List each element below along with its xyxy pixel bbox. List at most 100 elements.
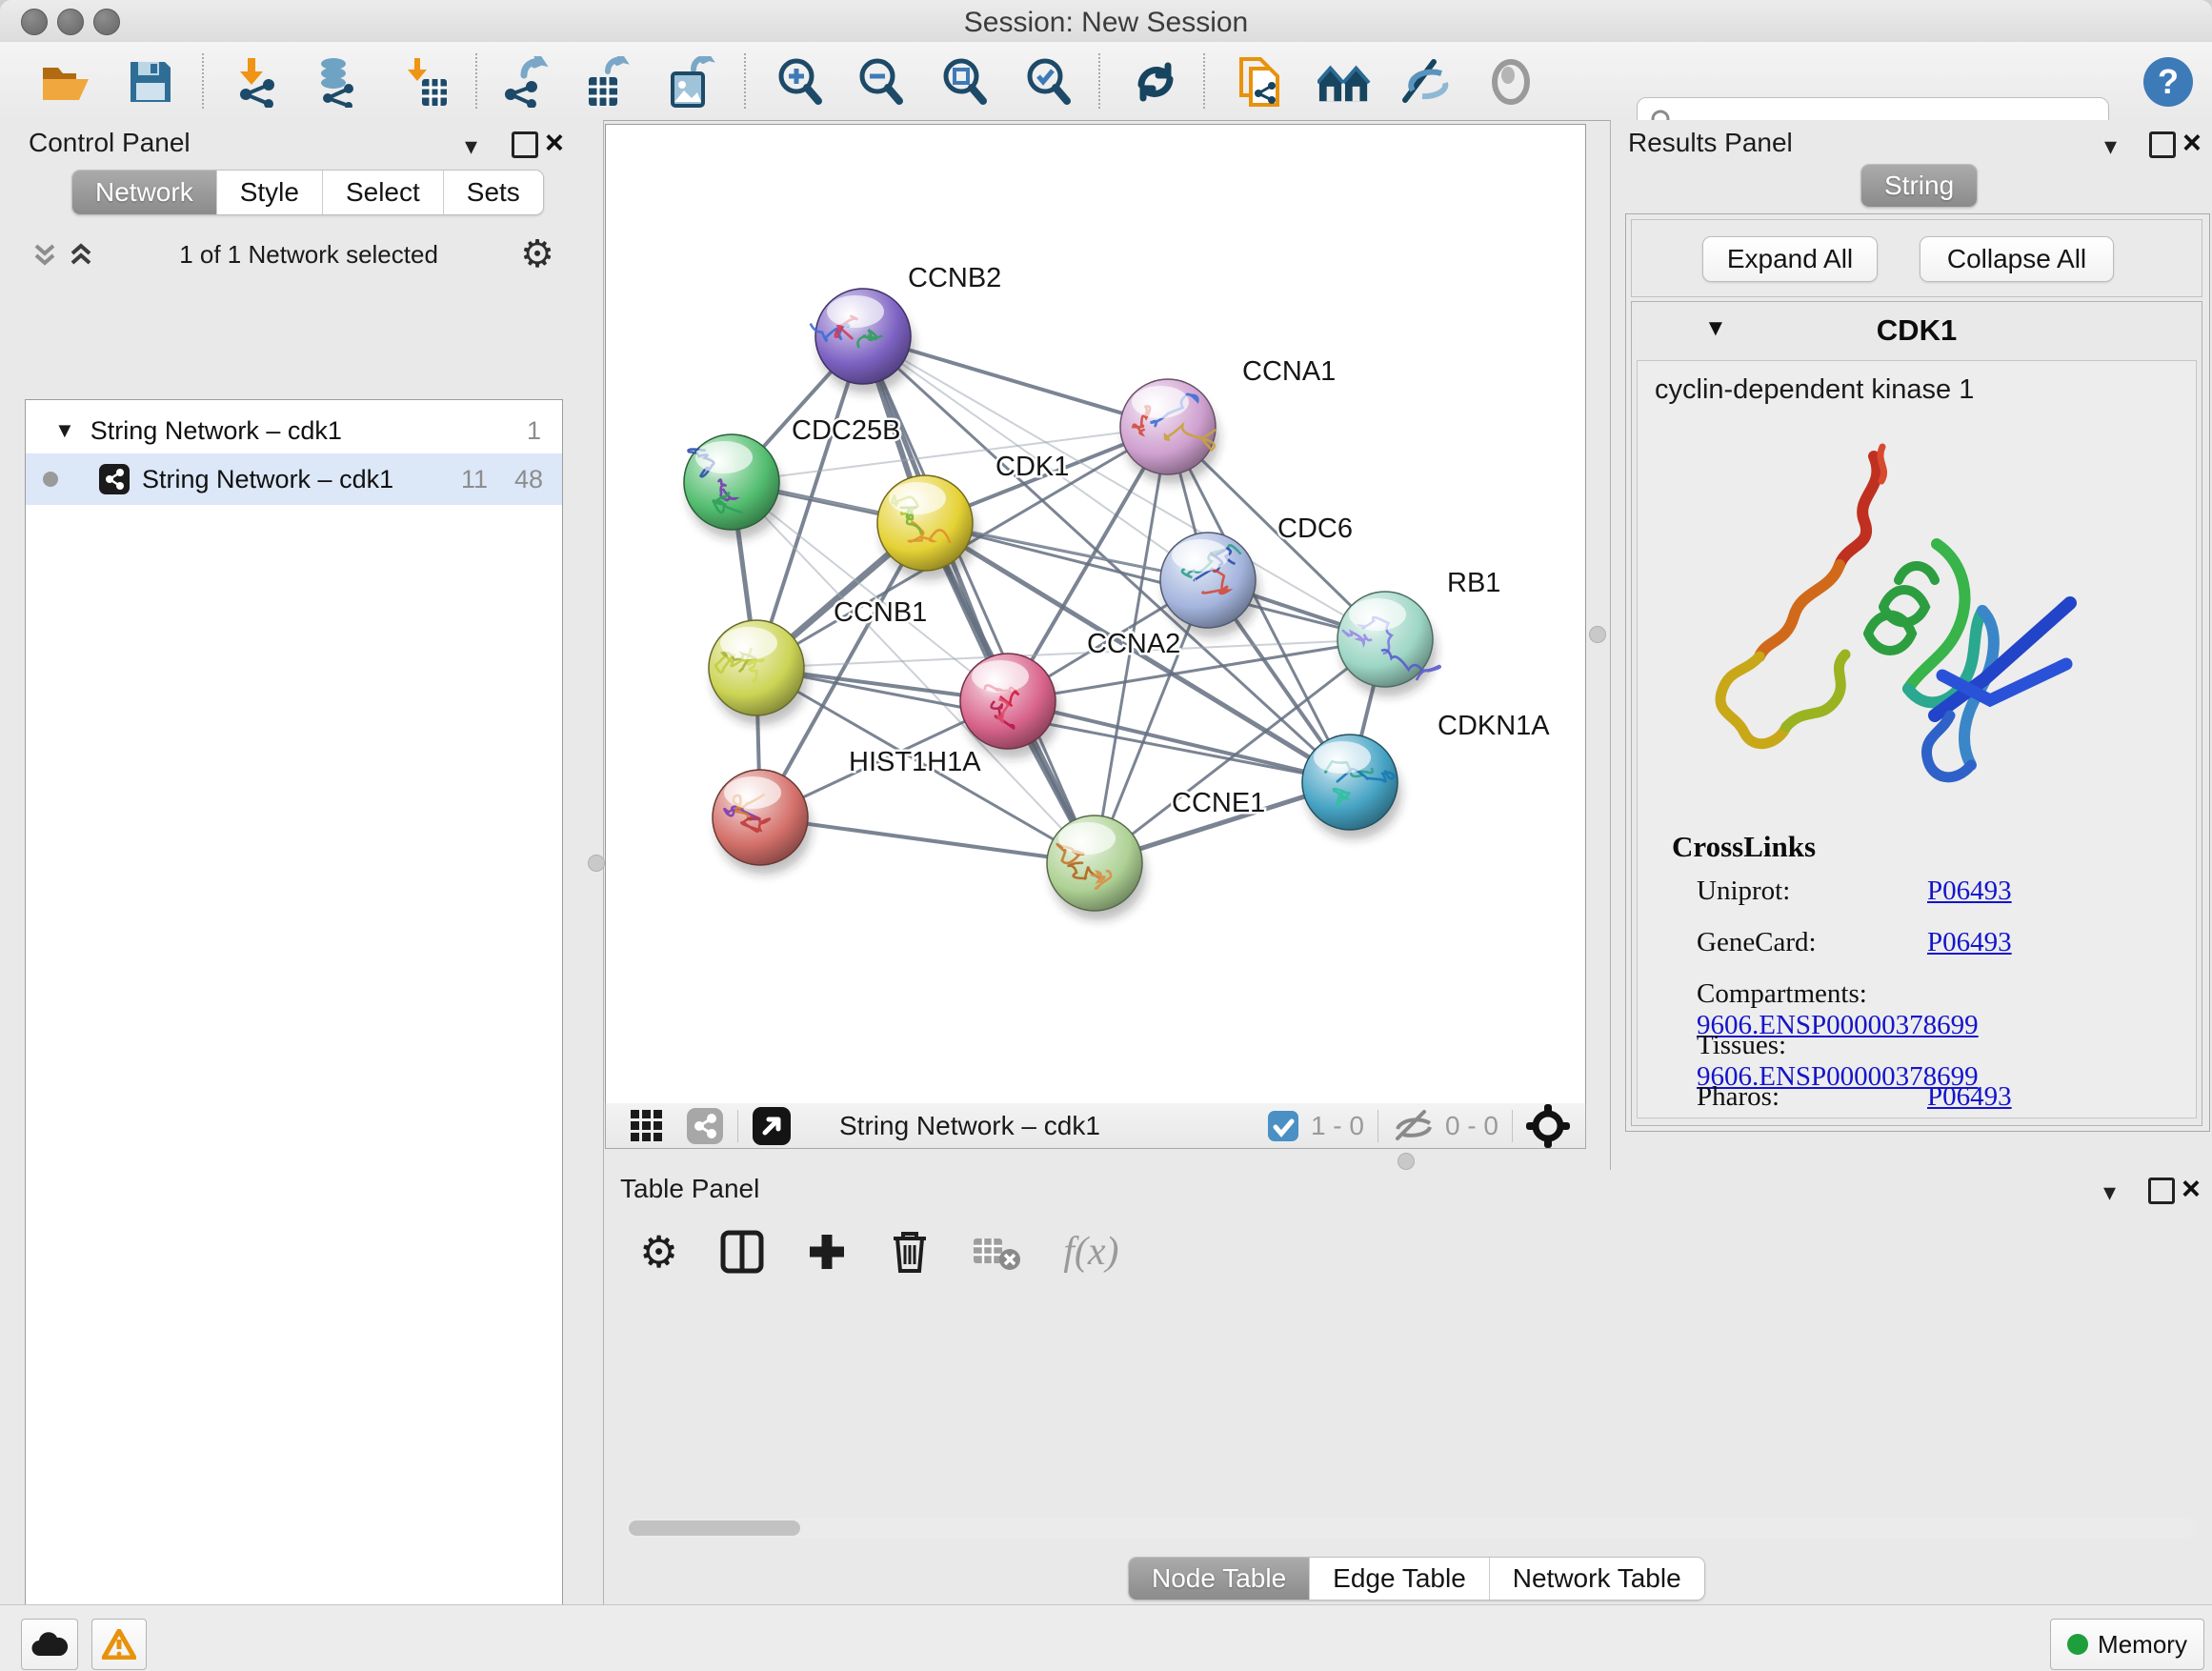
import-table-file-icon[interactable] xyxy=(398,55,452,109)
tab-network[interactable]: Network xyxy=(72,171,217,214)
network-list-icon[interactable] xyxy=(686,1107,724,1145)
collection-label: String Network – cdk1 xyxy=(90,416,342,446)
show-hide-panel-icon[interactable] xyxy=(1399,55,1453,109)
expand-all-icon[interactable] xyxy=(65,238,97,271)
node-label-CCNB2: CCNB2 xyxy=(908,263,1001,293)
clone-network-icon[interactable] xyxy=(1234,55,1287,109)
node-CCNA2[interactable]: CCNA2 xyxy=(960,629,1180,758)
panel-menu-icon[interactable]: ▾ xyxy=(465,131,477,160)
save-session-icon[interactable] xyxy=(124,55,177,109)
cloud-status-button[interactable] xyxy=(21,1619,78,1670)
selected-checkbox-icon[interactable] xyxy=(1267,1110,1299,1142)
zoom-in-icon[interactable] xyxy=(774,55,827,109)
add-column-icon[interactable] xyxy=(806,1231,848,1273)
selection-status: 1 of 1 Network selected xyxy=(97,240,520,270)
tab-select[interactable]: Select xyxy=(323,171,444,214)
node-HIST1H1A[interactable]: HIST1H1A xyxy=(713,747,981,875)
horizontal-scrollbar-thumb[interactable] xyxy=(629,1520,800,1536)
panel-close-icon[interactable]: × xyxy=(2182,1176,2201,1202)
panel-float-icon[interactable] xyxy=(2148,1178,2175,1204)
collapse-all-icon[interactable] xyxy=(29,238,61,271)
crosslink-label: GeneCard: xyxy=(1697,927,1927,958)
collection-expander-icon[interactable]: ▼ xyxy=(54,418,75,443)
zoom-selected-icon[interactable] xyxy=(1022,55,1076,109)
crosslink-label: Pharos: xyxy=(1697,1081,1927,1113)
delete-column-icon[interactable] xyxy=(890,1229,930,1275)
right-splitter-handle[interactable] xyxy=(1589,626,1606,643)
cytoscape-window: Session: New Session xyxy=(0,0,2212,1671)
help-icon[interactable]: ? xyxy=(2142,55,2195,109)
crosslink-label: Tissues: xyxy=(1697,1030,1927,1061)
node-CDC25B[interactable]: CDC25B xyxy=(684,415,900,539)
panel-menu-icon[interactable]: ▾ xyxy=(2104,131,2117,160)
network-row[interactable]: String Network – cdk1 11 48 xyxy=(26,453,562,505)
expand-all-button[interactable]: Expand All xyxy=(1702,236,1878,282)
node-RB1[interactable]: RB1 xyxy=(1337,568,1500,696)
export-network-icon[interactable] xyxy=(496,55,550,109)
zoom-out-icon[interactable] xyxy=(855,55,908,109)
left-splitter-handle[interactable] xyxy=(588,855,605,872)
tab-edge-table[interactable]: Edge Table xyxy=(1310,1558,1490,1600)
import-network-file-icon[interactable] xyxy=(231,55,285,109)
detach-view-icon[interactable] xyxy=(752,1106,792,1146)
function-builder-icon: f(x) xyxy=(1063,1229,1118,1275)
grid-view-icon[interactable] xyxy=(629,1108,665,1144)
crosslink-row: GeneCard:P06493 xyxy=(1697,927,2012,958)
node-CCNE1[interactable]: CCNE1 xyxy=(1047,788,1265,920)
network-view-toolbar: String Network – cdk1 1 - 0 0 - 0 xyxy=(605,1103,1586,1149)
tab-network-table[interactable]: Network Table xyxy=(1490,1558,1704,1600)
panel-menu-icon[interactable]: ▾ xyxy=(2103,1178,2116,1206)
toolbar-separator xyxy=(1377,1110,1378,1142)
table-options-gear-icon[interactable]: ⚙ xyxy=(639,1226,678,1278)
memory-button[interactable]: Memory xyxy=(2050,1619,2204,1670)
export-image-icon[interactable] xyxy=(664,55,717,109)
export-table-icon[interactable] xyxy=(580,55,633,109)
selected-counts: 1 - 0 xyxy=(1311,1111,1364,1141)
toolbar-separator xyxy=(202,53,204,109)
panel-close-icon[interactable]: × xyxy=(2182,130,2202,156)
refresh-icon[interactable] xyxy=(1129,55,1182,109)
tab-node-table[interactable]: Node Table xyxy=(1129,1558,1310,1600)
birdseye-navigator-icon[interactable] xyxy=(1526,1104,1570,1148)
node-CDKN1A[interactable]: CDKN1A xyxy=(1302,711,1550,839)
warning-button[interactable] xyxy=(91,1619,147,1670)
crosslink-value-link[interactable]: P06493 xyxy=(1927,1081,2012,1112)
delete-table-icon xyxy=(972,1233,1021,1271)
node-label-CCNE1: CCNE1 xyxy=(1172,788,1265,818)
warning-icon xyxy=(102,1629,136,1660)
zoom-fit-icon[interactable] xyxy=(938,55,992,109)
bottom-splitter-handle[interactable] xyxy=(1398,1153,1415,1170)
crosslink-value-link[interactable]: P06493 xyxy=(1927,927,2012,957)
eye-icon[interactable] xyxy=(1484,55,1538,109)
node-CCNA1[interactable]: CCNA1 xyxy=(1120,356,1336,484)
network-canvas[interactable]: CCNB2CCNA1CDC25BCDK1CDC6RB1CCNB1CCNA2CDK… xyxy=(605,124,1586,1105)
edge-count: 48 xyxy=(514,465,543,494)
network-options-gear-icon[interactable]: ⚙ xyxy=(520,232,554,276)
horizontal-scrollbar[interactable] xyxy=(626,1519,2196,1538)
collapse-all-button[interactable]: Collapse All xyxy=(1920,236,2114,282)
node-CCNB2[interactable]: CCNB2 xyxy=(811,263,1002,393)
crosslink-row: Pharos:P06493 xyxy=(1697,1081,2012,1113)
tab-style[interactable]: Style xyxy=(217,171,323,214)
toolbar-separator xyxy=(1512,1110,1513,1142)
tab-string[interactable]: String xyxy=(1861,165,1977,207)
tab-sets[interactable]: Sets xyxy=(444,171,543,214)
import-network-database-icon[interactable] xyxy=(312,55,365,109)
node-label-CDK1: CDK1 xyxy=(995,452,1069,482)
network-collection-row[interactable]: ▼ String Network – cdk1 1 xyxy=(26,408,562,453)
collection-count: 1 xyxy=(527,416,541,446)
entry-description: cyclin-dependent kinase 1 xyxy=(1655,374,1974,406)
open-session-icon[interactable] xyxy=(38,55,91,109)
cloud-icon xyxy=(30,1631,69,1658)
panel-float-icon[interactable] xyxy=(512,131,538,158)
first-neighbors-icon[interactable] xyxy=(1317,55,1371,109)
panel-float-icon[interactable] xyxy=(2149,131,2176,158)
network-selection-bar: 1 of 1 Network selected ⚙ xyxy=(29,232,562,276)
node-label-RB1: RB1 xyxy=(1447,568,1500,598)
memory-status-icon xyxy=(2067,1634,2088,1655)
table-toolbar: ⚙ f(x) xyxy=(639,1223,1119,1280)
control-panel-tabs: Network Style Select Sets xyxy=(71,170,544,215)
panel-close-icon[interactable]: × xyxy=(545,130,564,156)
crosslink-value-link[interactable]: P06493 xyxy=(1927,876,2012,906)
show-columns-icon[interactable] xyxy=(720,1230,764,1274)
